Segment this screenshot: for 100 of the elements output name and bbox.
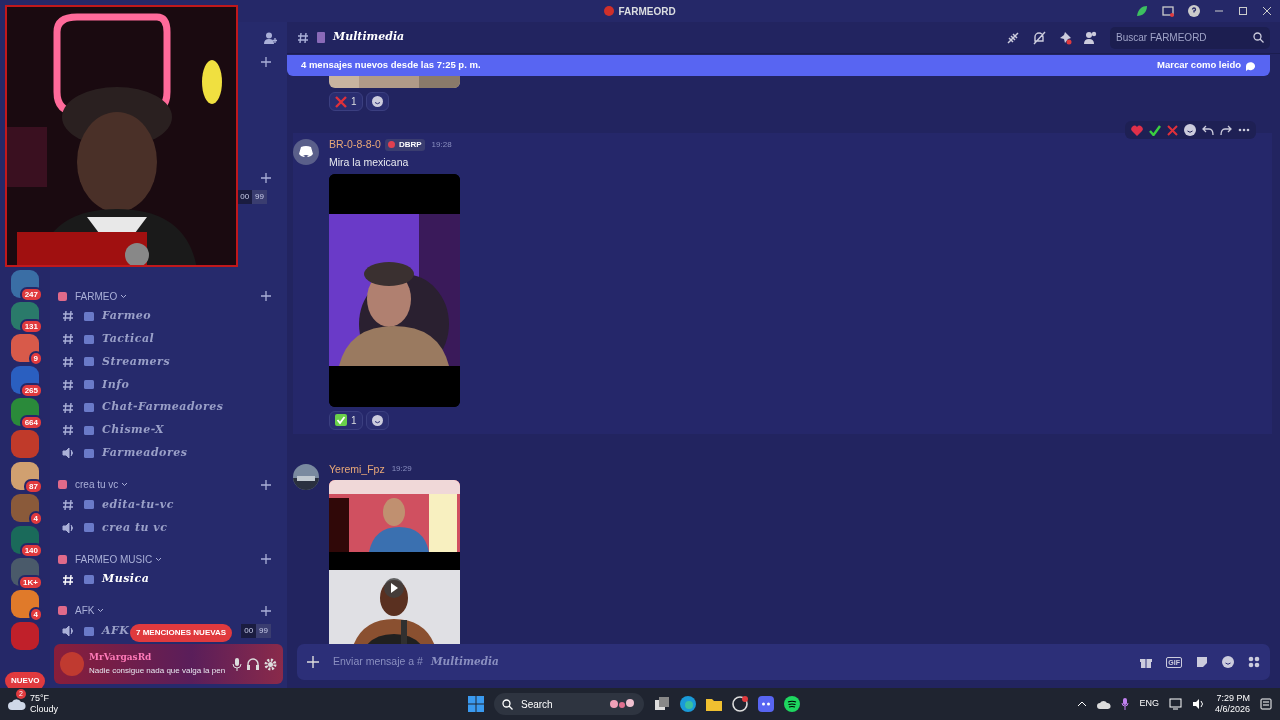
task-view-icon[interactable] xyxy=(654,696,670,712)
forward-icon[interactable] xyxy=(1220,124,1232,136)
speaker-icon xyxy=(62,521,74,534)
add-reaction-button[interactable] xyxy=(365,410,389,430)
channel-item[interactable]: Farmeadores xyxy=(58,441,188,465)
unread-badge: 131 xyxy=(19,319,43,334)
cross-icon[interactable] xyxy=(1167,124,1178,136)
help-icon[interactable] xyxy=(1188,5,1200,17)
cloud-icon[interactable] xyxy=(1097,699,1112,709)
channel-item[interactable]: Chat-Farmeadores xyxy=(58,396,224,419)
channel-emoji-icon xyxy=(84,448,94,458)
channel-item[interactable]: Chisme-X xyxy=(58,419,165,442)
notification-icon[interactable] xyxy=(1260,698,1272,710)
clock[interactable]: 7:29 PM 4/6/2026 xyxy=(1214,693,1250,715)
custom-status: Nadie consigue nada que valga la pen xyxy=(89,664,227,677)
emoji-icon[interactable] xyxy=(1222,656,1234,668)
mute-icon[interactable] xyxy=(1032,30,1046,45)
emoji-icon[interactable] xyxy=(1184,124,1196,136)
microphone-icon[interactable] xyxy=(1121,698,1130,710)
add-reaction-button[interactable] xyxy=(365,92,389,111)
category-name[interactable]: AFK xyxy=(75,603,95,619)
heart-icon[interactable] xyxy=(1131,124,1143,136)
channel-emoji-icon xyxy=(84,380,94,390)
channel-item[interactable]: AFK xyxy=(58,619,130,643)
pin-icon[interactable] xyxy=(1058,30,1072,45)
emoji-icon xyxy=(371,414,383,426)
microphone-icon[interactable] xyxy=(232,657,242,671)
network-icon[interactable] xyxy=(1168,698,1182,710)
chevron-up-icon[interactable] xyxy=(1077,701,1088,707)
search-field[interactable]: Buscar FARMEORD xyxy=(1110,26,1270,49)
add-icon[interactable] xyxy=(261,57,271,67)
screen-icon[interactable] xyxy=(1162,5,1174,17)
unread-badge: 87 xyxy=(24,479,43,494)
channel-emoji-icon xyxy=(84,523,94,533)
timestamp: 19:28 xyxy=(431,138,452,151)
channel-item[interactable]: Musica xyxy=(58,568,150,591)
checkmark-icon xyxy=(335,414,347,426)
category-name[interactable]: FARMEO MUSIC xyxy=(75,551,153,567)
channel-item[interactable]: crea tu vc xyxy=(58,516,168,540)
new-mentions-toast[interactable]: 7 MENCIONES NUEVAS xyxy=(130,624,233,642)
threads-icon[interactable] xyxy=(1006,30,1020,45)
emoji-icon xyxy=(371,96,383,107)
headphones-icon[interactable] xyxy=(247,658,259,670)
maximize-icon[interactable] xyxy=(1238,6,1248,16)
apps-icon[interactable] xyxy=(1248,656,1260,668)
channel-item[interactable]: Info xyxy=(58,373,130,397)
channel-item[interactable]: edita-tu-vc xyxy=(58,493,174,517)
category-name[interactable]: crea tu vc xyxy=(75,477,119,493)
add-icon[interactable] xyxy=(261,173,271,183)
server-icon[interactable] xyxy=(11,462,39,490)
volume-icon[interactable] xyxy=(1191,698,1205,710)
add-icon[interactable] xyxy=(261,554,271,565)
user-avatar[interactable] xyxy=(293,139,319,165)
sticker-icon[interactable] xyxy=(1196,656,1208,668)
reaction-button[interactable]: 1 xyxy=(329,410,363,430)
add-icon[interactable] xyxy=(261,479,271,490)
channel-item[interactable]: Tactical xyxy=(58,327,155,351)
search-icon xyxy=(1253,32,1264,43)
folder-icon[interactable] xyxy=(706,697,722,711)
channel-item[interactable]: Farmeo xyxy=(58,305,152,328)
add-icon[interactable] xyxy=(261,605,271,616)
window-title: FARMEORD xyxy=(618,4,676,19)
checkmark-icon[interactable] xyxy=(1149,124,1161,136)
category-icon xyxy=(58,554,67,564)
chat-app-icon[interactable] xyxy=(758,696,774,712)
category-name[interactable]: FARMEO xyxy=(75,288,118,304)
music-app-icon[interactable] xyxy=(784,696,800,712)
category-icon xyxy=(58,291,67,301)
leaf-icon[interactable] xyxy=(1136,5,1148,17)
timestamp: 19:29 xyxy=(391,463,412,476)
reply-icon[interactable] xyxy=(1202,124,1214,136)
hash-icon xyxy=(297,31,309,44)
mark-read-link[interactable]: Marcar como leido xyxy=(1157,58,1256,73)
add-icon[interactable] xyxy=(261,291,271,301)
user-count: 99 xyxy=(252,190,267,204)
close-icon[interactable] xyxy=(1262,6,1272,16)
browser-icon[interactable] xyxy=(680,696,696,712)
author-name[interactable]: BR-0-8-8-0 xyxy=(329,137,381,153)
taskbar-search[interactable]: Search xyxy=(494,693,644,715)
members-icon[interactable] xyxy=(1084,31,1098,44)
reaction-button[interactable]: 1 xyxy=(329,92,363,111)
channel-emoji-icon xyxy=(84,311,94,321)
app-icon[interactable] xyxy=(732,696,748,712)
channel-emoji-icon xyxy=(84,425,94,435)
unread-badge: 265 xyxy=(19,383,43,398)
add-icon[interactable] xyxy=(307,656,319,668)
channel-emoji-icon xyxy=(84,357,94,367)
author-name[interactable]: Yeremi_Fpz xyxy=(329,461,385,478)
more-icon[interactable] xyxy=(1238,128,1250,132)
add-friend-icon[interactable] xyxy=(264,32,277,44)
app-logo-icon xyxy=(604,6,615,16)
settings-icon[interactable] xyxy=(264,657,277,671)
language-indicator[interactable]: ENG xyxy=(1139,697,1159,711)
channel-item[interactable]: Streamers xyxy=(58,350,171,374)
gift-icon[interactable] xyxy=(1140,656,1153,668)
hash-icon xyxy=(62,378,74,391)
start-icon[interactable] xyxy=(468,696,484,712)
message-field[interactable]: Enviar mensaje a # Multimedia xyxy=(333,654,1127,670)
server-icon[interactable] xyxy=(11,334,39,362)
server-tag[interactable]: DBRP xyxy=(384,138,425,151)
